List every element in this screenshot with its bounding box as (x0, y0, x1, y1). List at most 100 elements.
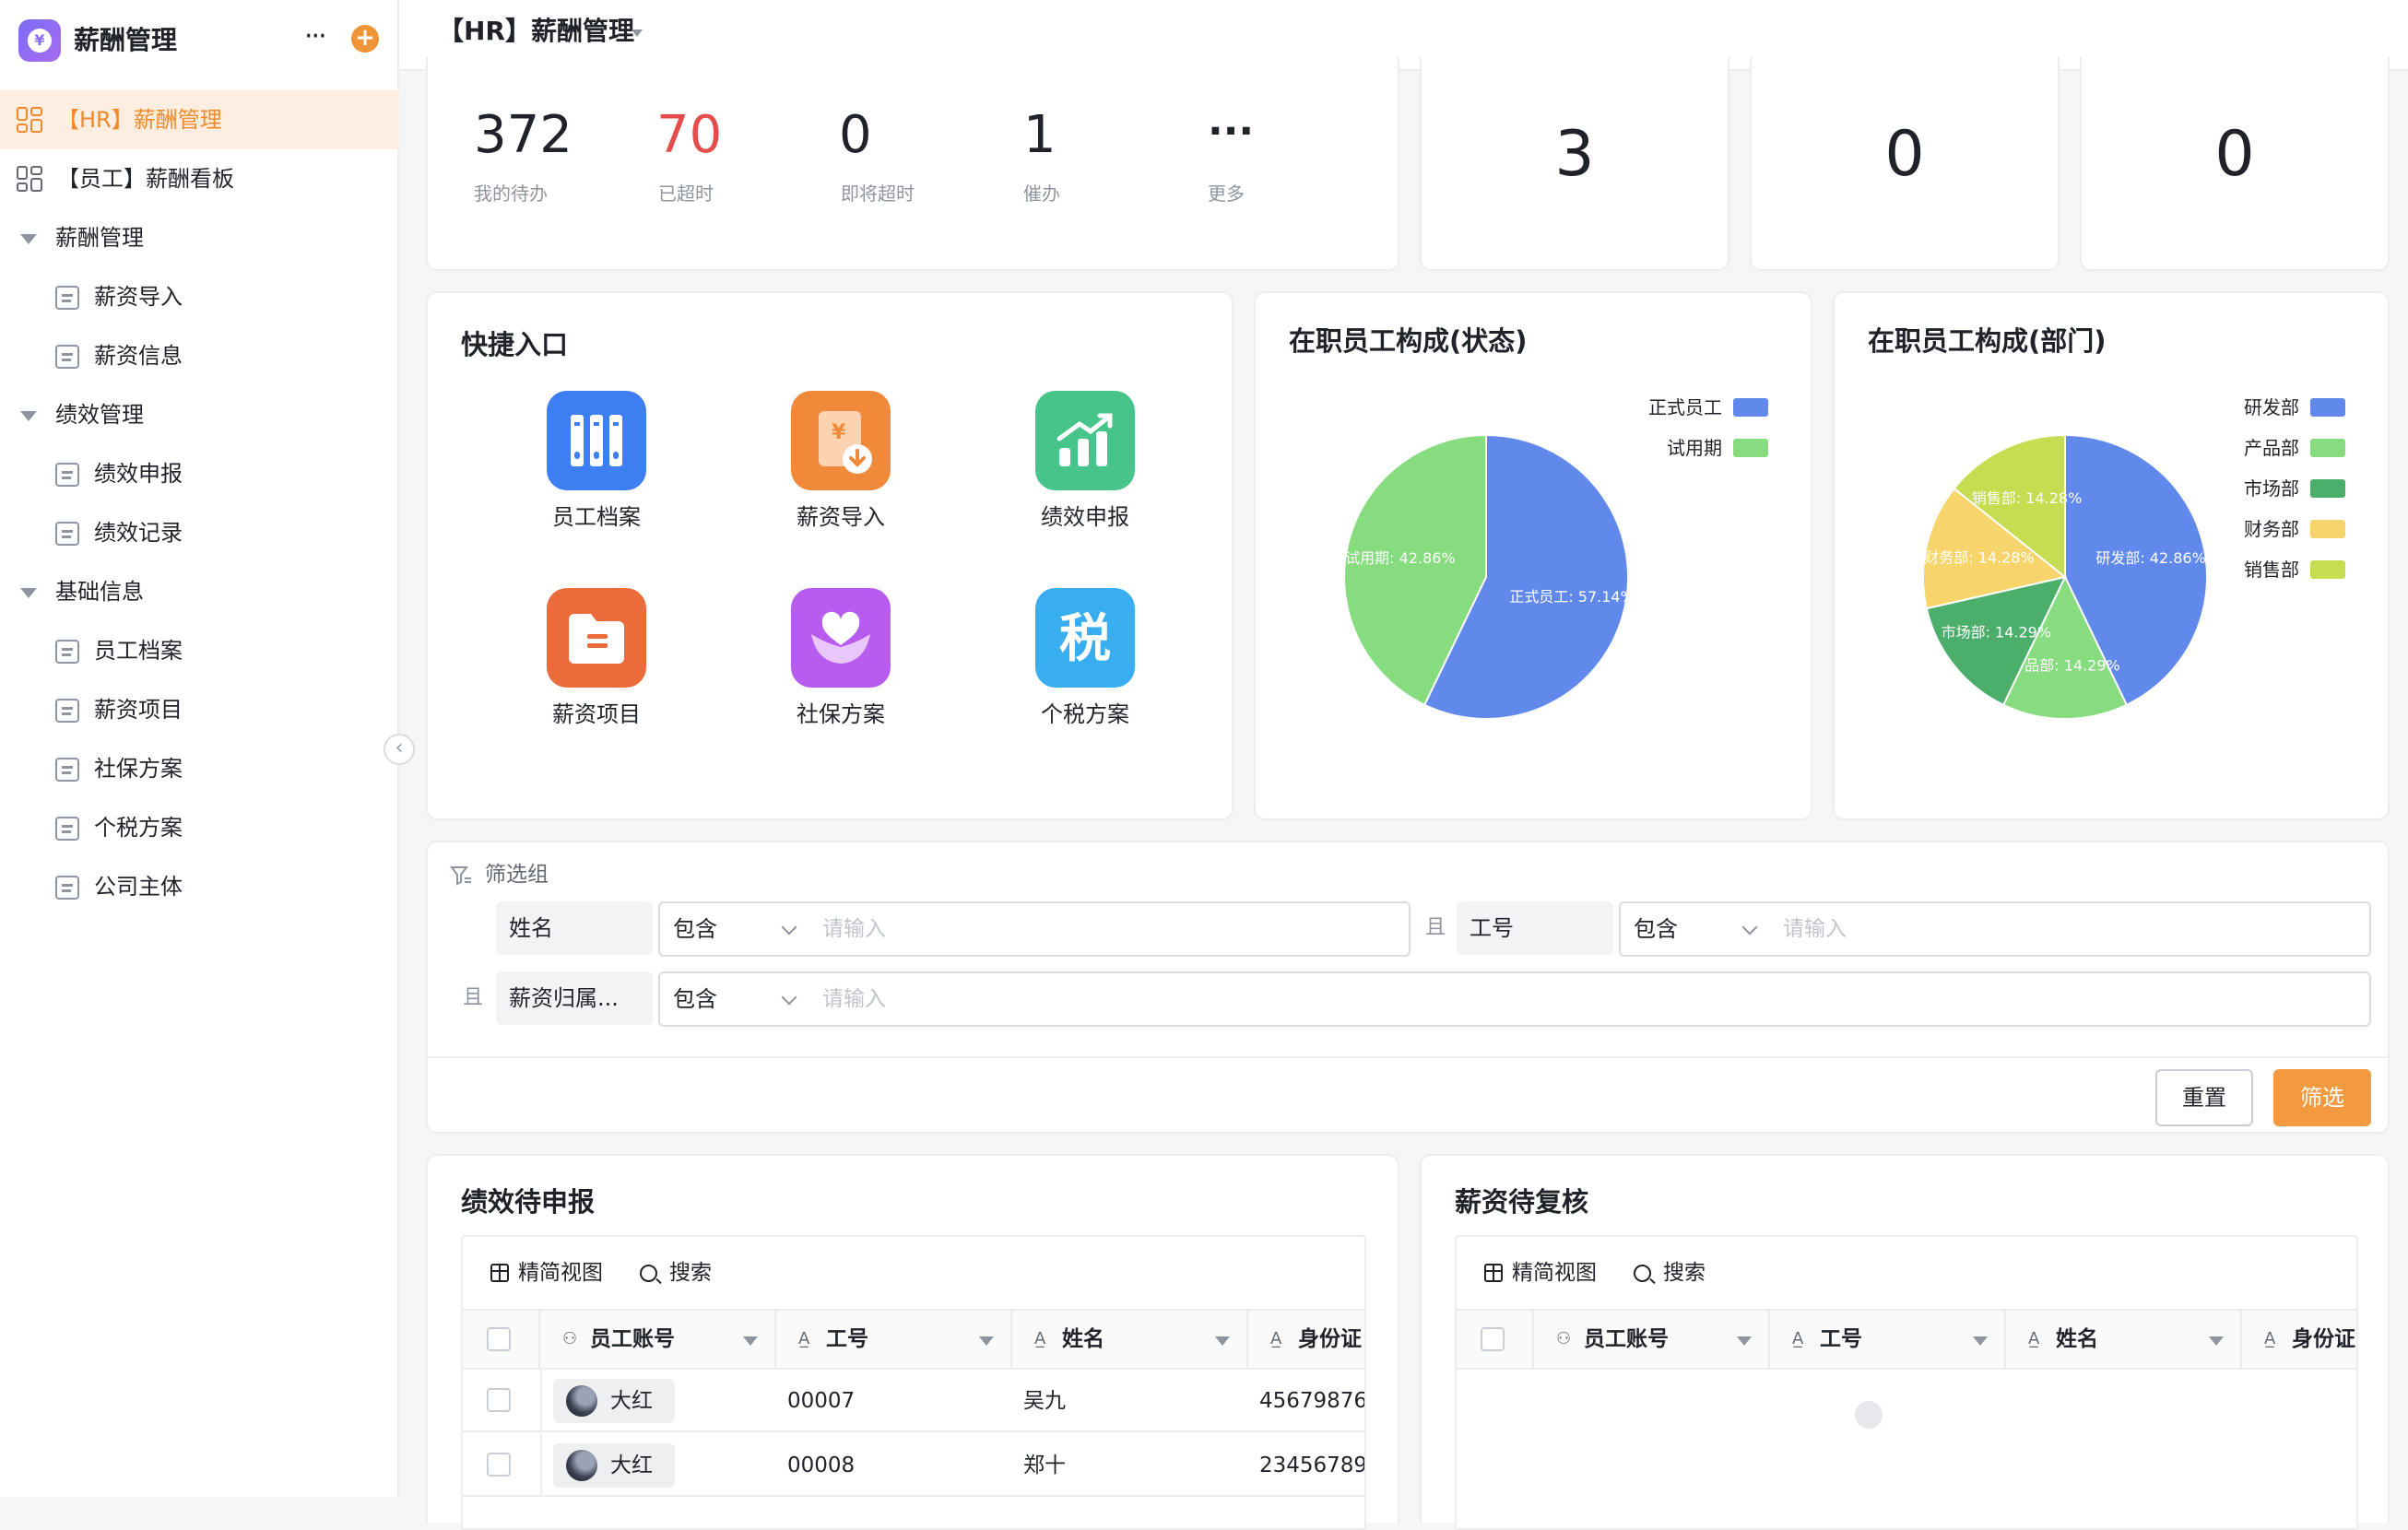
column-header-id-card[interactable]: A̲ 身份证 (1248, 1311, 1364, 1368)
quick-tile-social-security[interactable]: 社保方案 (750, 588, 915, 772)
column-sort-icon[interactable] (743, 1336, 758, 1346)
select-all-cell (1457, 1311, 1534, 1368)
filter-and-label: 且 (1425, 916, 1446, 939)
title-dropdown-icon[interactable] (632, 29, 643, 37)
column-sort-icon[interactable] (979, 1336, 994, 1346)
sidebar-nav: 【HR】薪酬管理 【员工】薪酬看板 薪酬管理 薪资导入 薪资信息 绩效管理 绩效… (0, 90, 399, 916)
due-soon-count[interactable]: 0 (839, 103, 872, 168)
column-sort-icon[interactable] (1973, 1336, 1988, 1346)
table-search-label: 搜索 (669, 1261, 712, 1285)
text-field-icon: A̲ (2028, 1329, 2040, 1348)
sidebar-group-performance[interactable]: 绩效管理 (0, 385, 399, 444)
urged-count[interactable]: 1 (1023, 103, 1056, 168)
legend-item[interactable]: 试用期 (1667, 435, 1722, 461)
text-field-icon: A̲ (1270, 1329, 1282, 1348)
filter-op-select-emp-no[interactable]: 包含 (1619, 901, 1772, 957)
user-chip[interactable]: 大红 (553, 1443, 675, 1488)
sidebar-item-salary-import[interactable]: 薪资导入 (0, 267, 399, 326)
column-header-id-card[interactable]: A̲ 身份证 (2242, 1311, 2356, 1368)
sidebar-group-basic-info[interactable]: 基础信息 (0, 562, 399, 621)
chevron-down-icon (781, 989, 797, 1006)
filter-input-name[interactable]: 请输入 (809, 901, 1411, 957)
sidebar-item-salary-info[interactable]: 薪资信息 (0, 326, 399, 385)
filter-input-emp-no[interactable]: 请输入 (1770, 901, 2371, 957)
table-search-button[interactable]: 搜索 (640, 1257, 712, 1289)
metric-value: 0 (1884, 118, 1925, 191)
quick-tile-employee-archive[interactable]: 员工档案 (505, 391, 671, 575)
filter-submit-button[interactable]: 筛选 (2273, 1069, 2371, 1126)
filter-field-salary-period[interactable]: 薪资归属... (496, 971, 653, 1025)
user-chip-label: 大红 (610, 1389, 653, 1413)
quick-entry-title: 快捷入口 (461, 329, 569, 360)
sidebar-collapse-button[interactable]: ‹ (384, 734, 415, 765)
column-header-name[interactable]: A̲ 姓名 (1012, 1311, 1248, 1368)
table-search-button[interactable]: 搜索 (1634, 1257, 1706, 1289)
more-stats-label[interactable]: 更多 (1208, 181, 1245, 206)
quick-tile-salary-items[interactable]: 薪资项目 (505, 588, 671, 772)
column-header-account[interactable]: ⚇ 员工账号 (1534, 1311, 1770, 1368)
sidebar-item-employee-salary-board[interactable]: 【员工】薪酬看板 (0, 149, 399, 208)
filter-group-card: 筛选组 姓名 包含 请输入 且 工号 包含 请输入 且 薪资归属... 包含 请… (426, 841, 2390, 1134)
folder-icon (547, 588, 646, 688)
column-sort-icon[interactable] (1737, 1336, 1752, 1346)
quick-tile-label: 个税方案 (1041, 701, 1129, 727)
sidebar-item-income-tax[interactable]: 个税方案 (0, 798, 399, 857)
quick-tile-salary-import[interactable]: ¥ 薪资导入 (750, 391, 915, 575)
column-sort-icon[interactable] (2209, 1336, 2224, 1346)
overdue-count[interactable]: 70 (656, 103, 722, 168)
sidebar-group-salary[interactable]: 薪酬管理 (0, 208, 399, 267)
legend-item[interactable]: 正式员工 (1648, 394, 1722, 420)
legend-item[interactable]: 产品部 (2244, 435, 2299, 461)
page-icon (55, 345, 79, 369)
user-chip[interactable]: 大红 (553, 1379, 675, 1423)
column-header-emp-no[interactable]: A̲ 工号 (776, 1311, 1012, 1368)
select-all-checkbox[interactable] (1481, 1327, 1505, 1351)
sidebar-item-hr-salary-board[interactable]: 【HR】薪酬管理 (0, 90, 399, 149)
performance-table: 精简视图 搜索 ⚇ 员工账号 A̲ 工号 A̲ 姓名 A̲ 身份证 大红 000… (461, 1235, 1366, 1530)
legend-item[interactable]: 市场部 (2244, 476, 2299, 501)
filter-field-emp-no[interactable]: 工号 (1457, 901, 1613, 955)
filter-divider (428, 1056, 2388, 1058)
row-checkbox[interactable] (487, 1388, 511, 1412)
reset-button[interactable]: 重置 (2155, 1069, 2253, 1126)
todo-count[interactable]: 372 (474, 103, 572, 168)
more-icon[interactable]: ··· (304, 18, 327, 55)
table-row[interactable]: 大红 00007 吴九 45679876 (463, 1370, 1364, 1432)
quick-tile-label: 社保方案 (797, 701, 885, 727)
legend-item[interactable]: 销售部 (2244, 557, 2299, 583)
sidebar-item-social-security[interactable]: 社保方案 (0, 739, 399, 798)
page-title[interactable]: 【HR】薪酬管理 (438, 13, 634, 50)
filter-op-select-name[interactable]: 包含 (658, 901, 811, 957)
sidebar-item-salary-items[interactable]: 薪资项目 (0, 680, 399, 739)
legend-item[interactable]: 研发部 (2244, 394, 2299, 420)
row-checkbox[interactable] (487, 1453, 511, 1477)
quick-tile-income-tax[interactable]: 税 个税方案 (994, 588, 1160, 772)
quick-tile-performance-declare[interactable]: 绩效申报 (994, 391, 1160, 575)
add-icon[interactable]: + (351, 25, 379, 53)
filter-and-label: 且 (463, 986, 484, 1009)
filter-op-select-salary-period[interactable]: 包含 (658, 971, 811, 1027)
svg-text:税: 税 (1059, 609, 1111, 669)
compact-view-button[interactable]: 精简视图 (1484, 1257, 1597, 1289)
column-header-name[interactable]: A̲ 姓名 (2006, 1311, 2242, 1368)
filter-field-name[interactable]: 姓名 (496, 901, 653, 955)
sidebar-item-label: 社保方案 (94, 756, 183, 782)
column-header-emp-no[interactable]: A̲ 工号 (1770, 1311, 2006, 1368)
select-all-checkbox[interactable] (487, 1327, 511, 1351)
sidebar-item-label: 【员工】薪酬看板 (57, 166, 234, 192)
more-stats-icon[interactable]: ··· (1208, 100, 1254, 164)
sidebar-item-performance-records[interactable]: 绩效记录 (0, 503, 399, 562)
person-icon: ⚇ (562, 1329, 578, 1348)
page-icon (55, 286, 79, 310)
sidebar-item-performance-declare[interactable]: 绩效申报 (0, 444, 399, 503)
table-row[interactable]: 大红 00008 郑十 23456789 (463, 1434, 1364, 1497)
legend-item[interactable]: 财务部 (2244, 516, 2299, 542)
filter-input-salary-period[interactable]: 请输入 (809, 971, 2371, 1027)
column-header-account[interactable]: ⚇ 员工账号 (540, 1311, 776, 1368)
sidebar-item-employee-archive[interactable]: 员工档案 (0, 621, 399, 680)
column-sort-icon[interactable] (1215, 1336, 1230, 1346)
sidebar-item-company-entity[interactable]: 公司主体 (0, 857, 399, 916)
column-divider (540, 1434, 542, 1497)
compact-view-button[interactable]: 精简视图 (490, 1257, 603, 1289)
quick-tile-label: 薪资导入 (797, 504, 885, 530)
